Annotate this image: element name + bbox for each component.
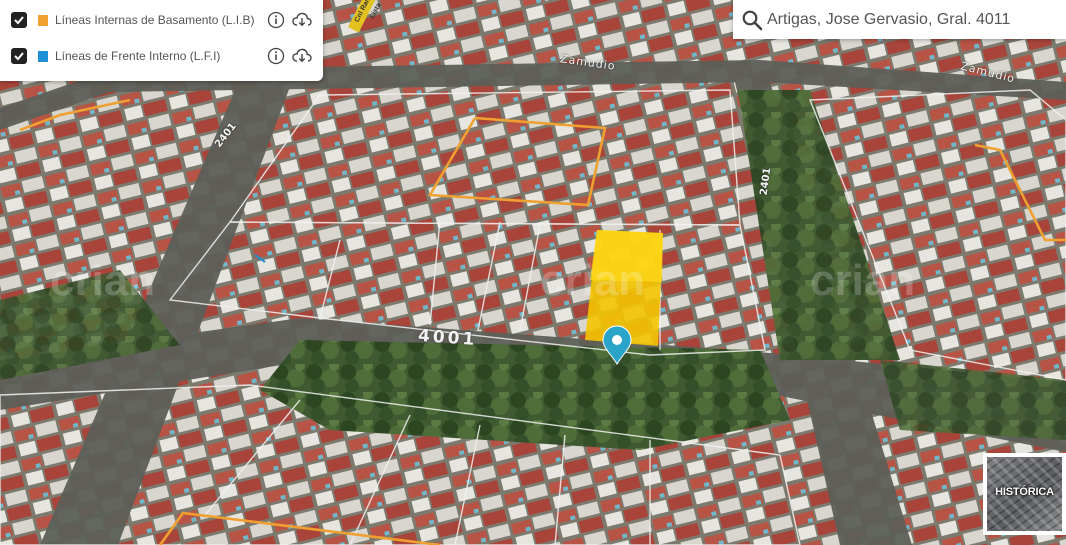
cloud-download-icon[interactable] (292, 47, 312, 65)
layers-panel: Líneas Internas de Basamento (L.I.B) Lín… (0, 0, 323, 81)
layer-label-lib: Líneas Internas de Basamento (L.I.B) (55, 13, 255, 27)
svg-text:crian: crian (810, 256, 915, 305)
info-icon[interactable] (267, 11, 285, 29)
layer-label-lfi: Líneas de Frente Interno (L.F.I) (55, 49, 221, 63)
layer-row-lfi: Líneas de Frente Interno (L.F.I) (0, 38, 323, 74)
historica-label: HISTÓRICA (995, 486, 1054, 498)
search-box (733, 0, 1066, 39)
layer-swatch-lib (38, 14, 48, 26)
historica-toggle-button[interactable]: HISTÓRICA (983, 453, 1066, 535)
check-icon (14, 16, 24, 25)
search-input[interactable] (767, 0, 1057, 39)
layer-checkbox-lfi[interactable] (11, 48, 27, 64)
layer-row-lib: Líneas Internas de Basamento (L.I.B) (0, 2, 323, 38)
layer-checkbox-lib[interactable] (11, 12, 27, 28)
map-canvas[interactable]: crian crian crian (0, 0, 1066, 545)
info-icon[interactable] (267, 47, 285, 65)
search-icon[interactable] (741, 9, 763, 31)
svg-text:crian: crian (540, 256, 645, 305)
lot-number-label: 4001 (417, 325, 478, 351)
check-icon (14, 52, 24, 61)
svg-text:crian: crian (50, 256, 155, 305)
layer-swatch-lfi (38, 50, 48, 62)
cloud-download-icon[interactable] (292, 11, 312, 29)
